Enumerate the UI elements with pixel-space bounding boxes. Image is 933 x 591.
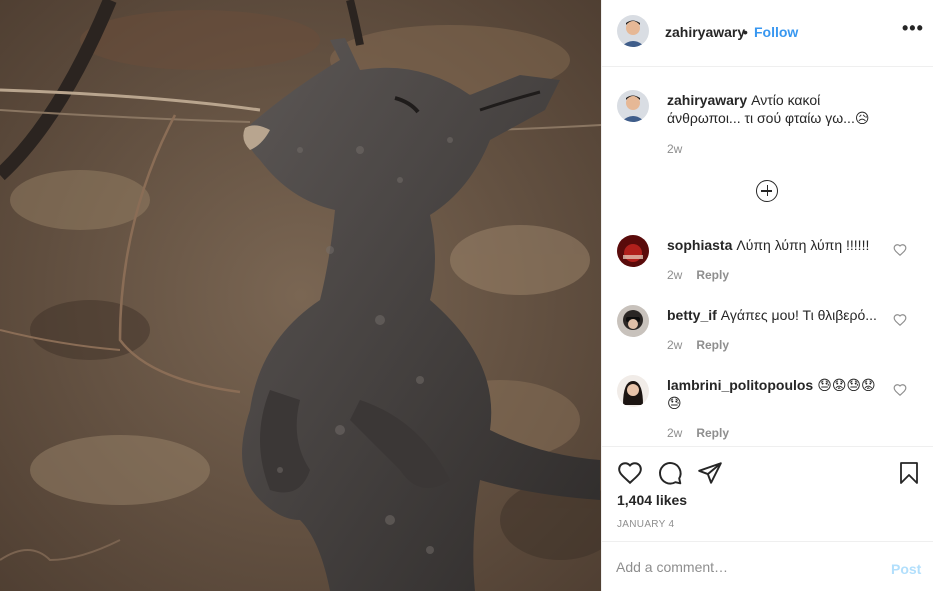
add-comment-bar: Post: [602, 541, 933, 591]
comment-heart-icon[interactable]: [893, 243, 907, 257]
post-comment-button[interactable]: Post: [891, 561, 921, 577]
caption-username[interactable]: zahiryawary: [667, 92, 747, 108]
plus-circle-icon[interactable]: [756, 180, 778, 202]
comment-time[interactable]: 2w: [667, 338, 682, 352]
reply-button[interactable]: Reply: [696, 268, 729, 282]
commenter-avatar[interactable]: [617, 375, 649, 407]
comment-icon[interactable]: [657, 460, 683, 486]
comment-username[interactable]: betty_if: [667, 307, 717, 323]
comment-text: lambrini_politopoulos 😓😟😓😟 😓: [667, 376, 892, 412]
comment-text: sophiasta Λύπη λύπη λύπη !!!!!!: [667, 236, 892, 254]
caption-avatar[interactable]: [617, 90, 649, 122]
reply-button[interactable]: Reply: [696, 338, 729, 352]
commenter-avatar[interactable]: [617, 305, 649, 337]
comment-username[interactable]: lambrini_politopoulos: [667, 377, 813, 393]
post-date[interactable]: JANUARY 4: [617, 519, 674, 530]
post-photo[interactable]: [0, 0, 601, 591]
comment-meta: 2w Reply: [667, 426, 729, 440]
comment-text: betty_if Αγάπες μου! Τι θλιβερό...: [667, 306, 892, 324]
comment-heart-icon[interactable]: [893, 313, 907, 327]
author-username[interactable]: zahiryawary: [665, 24, 745, 40]
comment-body: Λύπη λύπη λύπη !!!!!!: [736, 237, 870, 253]
caption-time[interactable]: 2w: [667, 142, 682, 156]
comment-time[interactable]: 2w: [667, 426, 682, 440]
burnt-kangaroo-photo: [0, 0, 601, 591]
post-actions: 1,404 likes JANUARY 4: [602, 446, 933, 541]
reply-button[interactable]: Reply: [696, 426, 729, 440]
comment-input[interactable]: [616, 559, 876, 575]
caption-meta: 2w: [667, 142, 682, 156]
author-avatar[interactable]: [617, 15, 649, 47]
separator-dot: •: [743, 24, 748, 40]
comment-time[interactable]: 2w: [667, 268, 682, 282]
comment-username[interactable]: sophiasta: [667, 237, 732, 253]
share-icon[interactable]: [697, 460, 723, 486]
likes-count[interactable]: 1,404 likes: [617, 492, 687, 508]
comment-meta: 2w Reply: [667, 268, 729, 282]
heart-icon[interactable]: [617, 460, 643, 486]
comment-heart-icon[interactable]: [893, 383, 907, 397]
commenter-avatar[interactable]: [617, 235, 649, 267]
caption-text: zahiryawary Αντίο κακοί άνθρωποι... τι σο…: [667, 91, 892, 127]
more-dots-icon[interactable]: •••: [902, 18, 924, 39]
post-header: zahiryawary • Follow •••: [602, 0, 933, 67]
comment-meta: 2w Reply: [667, 338, 729, 352]
post-side-panel: zahiryawary • Follow ••• zahiryawary Αντί…: [601, 0, 933, 591]
follow-button[interactable]: Follow: [754, 24, 798, 40]
comment-body: Αγάπες μου! Τι θλιβερό...: [720, 307, 877, 323]
bookmark-icon[interactable]: [897, 460, 921, 486]
